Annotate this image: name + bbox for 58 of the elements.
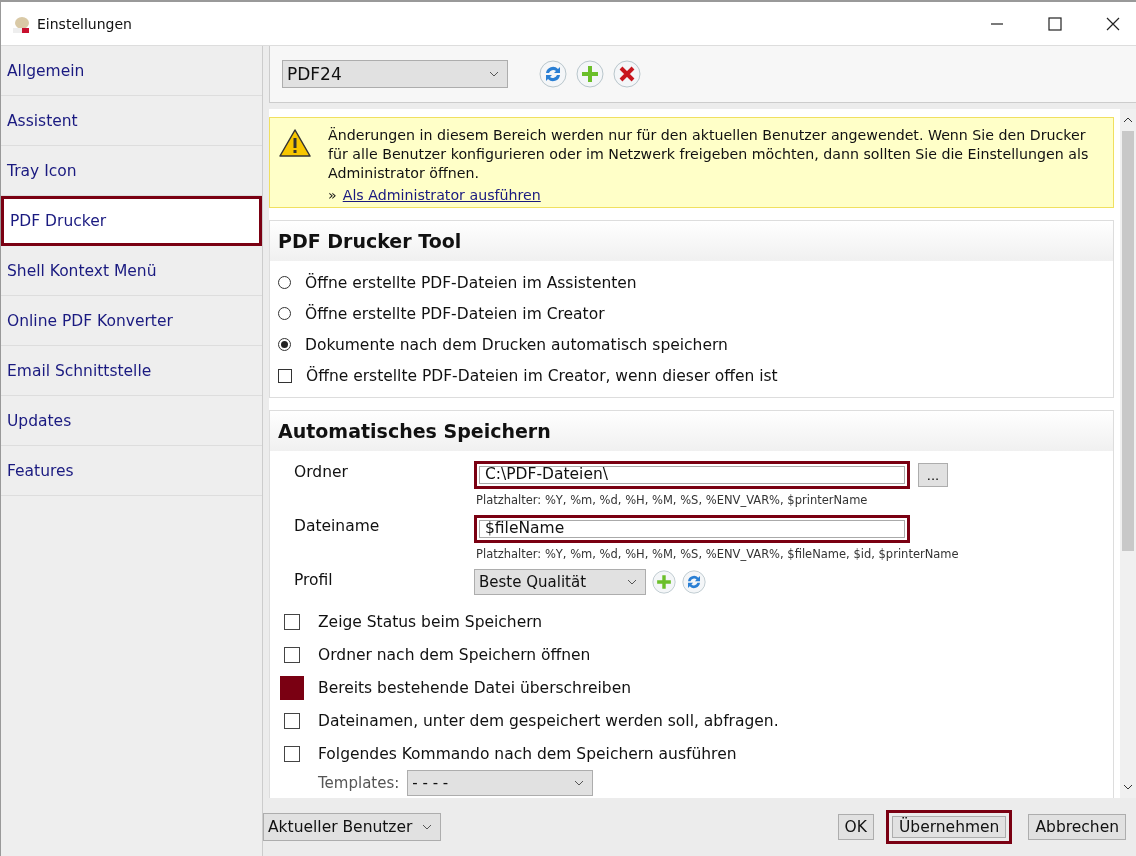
warning-icon xyxy=(278,128,312,158)
placeholder-hint: Platzhalter: %Y, %m, %d, %H, %M, %S, %ENV_VAR%, $printerName xyxy=(476,493,869,507)
sidebar-item[interactable]: Email Schnittstelle xyxy=(1,346,262,396)
link-prefix: » xyxy=(328,187,337,203)
option-label: Öffne erstellte PDF-Dateien im Assistenten xyxy=(305,273,637,292)
refresh-icon[interactable] xyxy=(539,60,567,88)
checkbox[interactable] xyxy=(284,646,300,663)
chevron-icon xyxy=(627,579,637,585)
dialog-button[interactable]: OK xyxy=(837,814,874,840)
chevron-icon xyxy=(489,71,499,77)
checkbox[interactable] xyxy=(284,613,300,630)
dialog-button[interactable]: Abbrechen xyxy=(1028,814,1126,840)
field-label: Ordner xyxy=(294,462,349,483)
sidebar-item[interactable]: Allgemein xyxy=(1,46,262,96)
close-icon[interactable] xyxy=(1106,16,1120,31)
option-label: Folgendes Kommando nach dem Speichern ausführen xyxy=(318,744,737,763)
field-label: Profil xyxy=(294,570,334,591)
sidebar-item[interactable]: Assistent xyxy=(1,96,262,146)
scrollbar[interactable] xyxy=(1120,109,1136,798)
chevron-icon xyxy=(574,780,585,786)
option-label: Dateinamen, unter dem gespeichert werden soll, abfragen. xyxy=(318,711,779,730)
checkbox[interactable] xyxy=(284,712,300,729)
window-title: Einstellungen xyxy=(37,15,132,32)
printer-dropdown[interactable]: PDF24 xyxy=(282,60,508,88)
option-label: Zeige Status beim Speichern xyxy=(318,612,543,631)
option-label: Bereits bestehende Datei überschreiben xyxy=(318,678,632,697)
field-label: Dateiname xyxy=(294,516,381,537)
checkbox[interactable] xyxy=(280,675,304,700)
sidebar-item[interactable]: Shell Kontext Menü xyxy=(1,246,262,296)
placeholder-hint: Platzhalter: %Y, %m, %d, %H, %M, %S, %ENV_VAR%, $fileName, $id, $printerName xyxy=(476,547,959,561)
profile-dropdown[interactable]: Beste Qualität xyxy=(474,569,646,595)
field-label: Templates: xyxy=(318,774,400,792)
option-label: Öffne erstellte PDF-Dateien im Creator xyxy=(305,304,605,323)
scroll-up-icon[interactable] xyxy=(1123,117,1133,123)
maximize-icon[interactable] xyxy=(1048,16,1062,31)
sidebar-item[interactable]: Online PDF Konverter xyxy=(1,296,262,346)
input-field[interactable]: C:\PDF-Dateien\ xyxy=(474,461,910,489)
dialog-button[interactable]: Übernehmen xyxy=(885,810,1013,844)
checkbox[interactable] xyxy=(278,368,292,383)
templates-dropdown[interactable]: - - - - xyxy=(407,770,594,796)
browse-button[interactable]: ... xyxy=(918,463,948,487)
admin-link[interactable]: Als Administrator ausführen xyxy=(342,187,541,203)
option-label: Öffne erstellte PDF-Dateien im Creator, wenn dieser offen ist xyxy=(306,366,778,385)
scroll-down-icon[interactable] xyxy=(1123,784,1133,790)
input-field[interactable]: $fileName xyxy=(474,515,910,543)
scope-dropdown[interactable]: Aktueller Benutzer xyxy=(263,813,441,841)
checkbox[interactable] xyxy=(284,745,300,762)
notice-text: Änderungen in diesem Bereich werden nur für den aktuellen Benutzer angewendet. Wenn Sie den Drucker für alle Benutzer konfigurieren oder im Netzwerk freigeben möchten, dann sollten Sie die Einstellungen als Administrator öffnen. xyxy=(328,126,1090,183)
chevron-icon xyxy=(422,824,432,830)
sidebar-item[interactable]: PDF Drucker xyxy=(1,196,262,246)
option-label: Dokumente nach dem Drucken automatisch speichern xyxy=(305,335,728,354)
refresh-icon[interactable] xyxy=(682,570,706,594)
section-title: PDF Drucker Tool xyxy=(278,230,462,252)
sidebar-item[interactable]: Features xyxy=(1,446,262,496)
option-label: Ordner nach dem Speichern öffnen xyxy=(318,645,591,664)
delete-icon[interactable] xyxy=(613,60,641,88)
sidebar-item[interactable]: Updates xyxy=(1,396,262,446)
section-title: Automatisches Speichern xyxy=(278,420,551,442)
